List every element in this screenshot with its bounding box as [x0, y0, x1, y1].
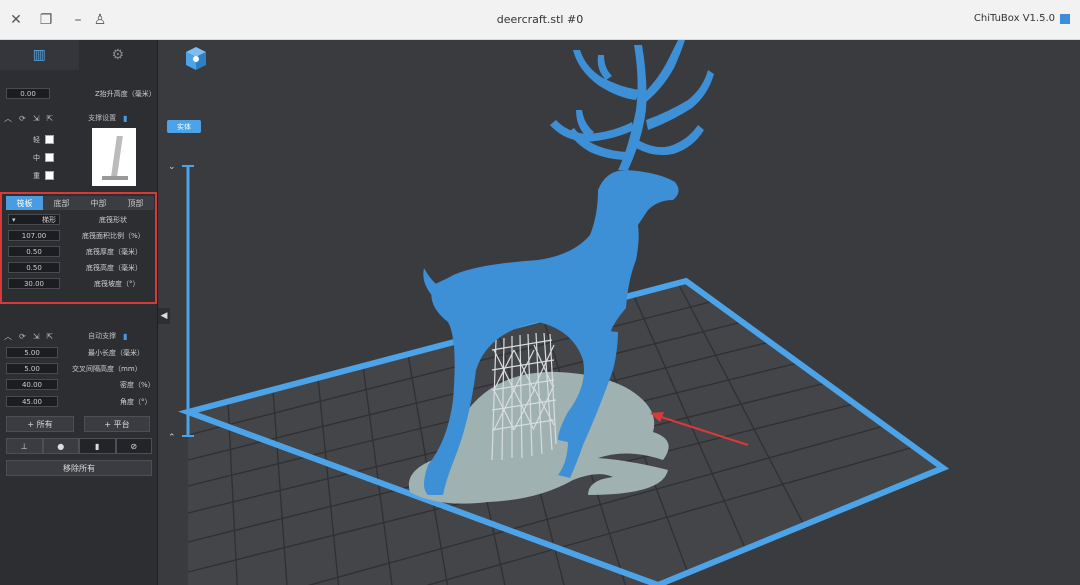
support-tower-icon: ▥: [32, 47, 46, 63]
import-icon[interactable]: ⇱: [46, 332, 53, 341]
density-light-checkbox[interactable]: [45, 135, 54, 144]
remove-all-button[interactable]: 移除所有: [6, 460, 152, 476]
z-lift-label: Z抬升高度（毫米）: [95, 90, 156, 98]
min-length-label: 最小长度（毫米）: [88, 349, 144, 357]
raft-shape-label: 底筏形状: [99, 216, 127, 224]
add-all-button[interactable]: + 所有: [6, 416, 74, 432]
tool-support-column-icon[interactable]: ▮: [79, 438, 116, 454]
density-light-label: 轻: [33, 136, 40, 144]
export-icon[interactable]: ⇲: [33, 114, 40, 123]
import-icon[interactable]: ⇱: [46, 114, 53, 123]
scene: ⌄ ⌃: [168, 40, 950, 585]
app-name: ChiTuBox V1.5.0: [974, 13, 1070, 24]
density-medium-checkbox[interactable]: [45, 153, 54, 162]
angle-label: 角度（°）: [120, 398, 152, 406]
tab-top[interactable]: 顶部: [117, 196, 154, 210]
refresh-icon[interactable]: ⟳: [19, 332, 26, 341]
panel-tabs: ▥ ⚙: [0, 40, 157, 70]
raft-thickness-input[interactable]: 0.50: [8, 246, 60, 257]
export-icon[interactable]: ⇲: [33, 332, 40, 341]
angle-input[interactable]: 45.00: [6, 396, 58, 407]
tool-support-delete-icon[interactable]: ⊘: [115, 438, 152, 454]
gear-icon: ⚙: [111, 47, 125, 63]
z-lift-input[interactable]: 0.00: [6, 88, 50, 99]
tab-raft[interactable]: 筏板: [6, 196, 43, 210]
support-settings-header: ︿ ⟳ ⇲ ⇱ 支撑设置 ▮: [4, 112, 154, 124]
support-tab[interactable]: ▥: [0, 40, 79, 70]
slider-up-chevron-icon[interactable]: ⌄: [168, 162, 176, 172]
raft-tabs: 顶部 中部 底部 筏板: [6, 196, 154, 210]
add-platform-button[interactable]: + 平台: [84, 416, 150, 432]
view-cube-icon[interactable]: [186, 47, 206, 70]
raft-slope-label: 底筏坡度（°）: [94, 280, 140, 288]
raft-slope-input[interactable]: 30.00: [8, 278, 60, 289]
raft-height-label: 底筏高度（毫米）: [86, 264, 142, 272]
tab-bottom[interactable]: 底部: [43, 196, 80, 210]
raft-section: 顶部 中部 底部 筏板 ▾ 梯形 底筏形状 107.00 底筏面积比例（%） 0…: [0, 192, 157, 304]
refresh-icon[interactable]: ⟳: [19, 114, 26, 123]
density-heavy-checkbox[interactable]: [45, 171, 54, 180]
auto-support-pin-icon: ▮: [123, 331, 128, 341]
chevron-down-icon: ▾: [12, 215, 16, 224]
support-tool-row: ⊥ ● ▮ ⊘: [6, 438, 152, 454]
density-label: 密度（%）: [120, 381, 155, 389]
cross-interval-input[interactable]: 5.00: [6, 363, 58, 374]
raft-area-label: 底筏面积比例（%）: [82, 232, 145, 240]
slider-down-chevron-icon[interactable]: ⌃: [168, 433, 176, 443]
raft-height-input[interactable]: 0.50: [8, 262, 60, 273]
auto-support-title: 自动支撑: [88, 332, 117, 340]
raft-shape-select[interactable]: ▾ 梯形: [8, 214, 60, 225]
raft-thickness-label: 底筏厚度（毫米）: [86, 248, 142, 256]
collapse-icon[interactable]: ︿: [4, 331, 12, 342]
app-logo-icon: [1060, 13, 1070, 24]
layer-view-button[interactable]: 实体: [167, 120, 201, 133]
collapse-icon[interactable]: ︿: [4, 113, 12, 124]
cross-interval-label: 交叉间隔高度（mm）: [72, 365, 142, 373]
settings-tab[interactable]: ⚙: [79, 40, 158, 70]
density-heavy-label: 重: [33, 172, 40, 180]
min-length-input[interactable]: 5.00: [6, 347, 58, 358]
window-title: deercraft.stl #0: [496, 13, 584, 26]
tool-support-cone-icon[interactable]: ⊥: [6, 438, 43, 454]
3d-viewport[interactable]: ⌄ ⌃ 实体: [158, 40, 1080, 585]
density-medium-label: 中: [33, 154, 40, 162]
tool-support-ball-icon[interactable]: ●: [42, 438, 79, 454]
title-bar: ✕ ❐ – ♙ deercraft.stl #0 ChiTuBox V1.5.0: [0, 0, 1080, 40]
auto-support-header: ︿ ⟳ ⇲ ⇱ 自动支撑 ▮: [4, 330, 154, 342]
support-settings-title: 支撑设置: [88, 114, 117, 122]
tab-middle[interactable]: 中部: [80, 196, 117, 210]
support-preview-image: [92, 128, 136, 186]
raft-area-input[interactable]: 107.00: [8, 230, 60, 241]
density-input[interactable]: 40.00: [6, 379, 58, 390]
support-pin-icon: ▮: [123, 113, 128, 123]
left-panel: ▥ ⚙ 0.00 Z抬升高度（毫米） ︿ ⟳ ⇲ ⇱ 支撑设置 ▮ 轻 中 重 …: [0, 40, 170, 585]
